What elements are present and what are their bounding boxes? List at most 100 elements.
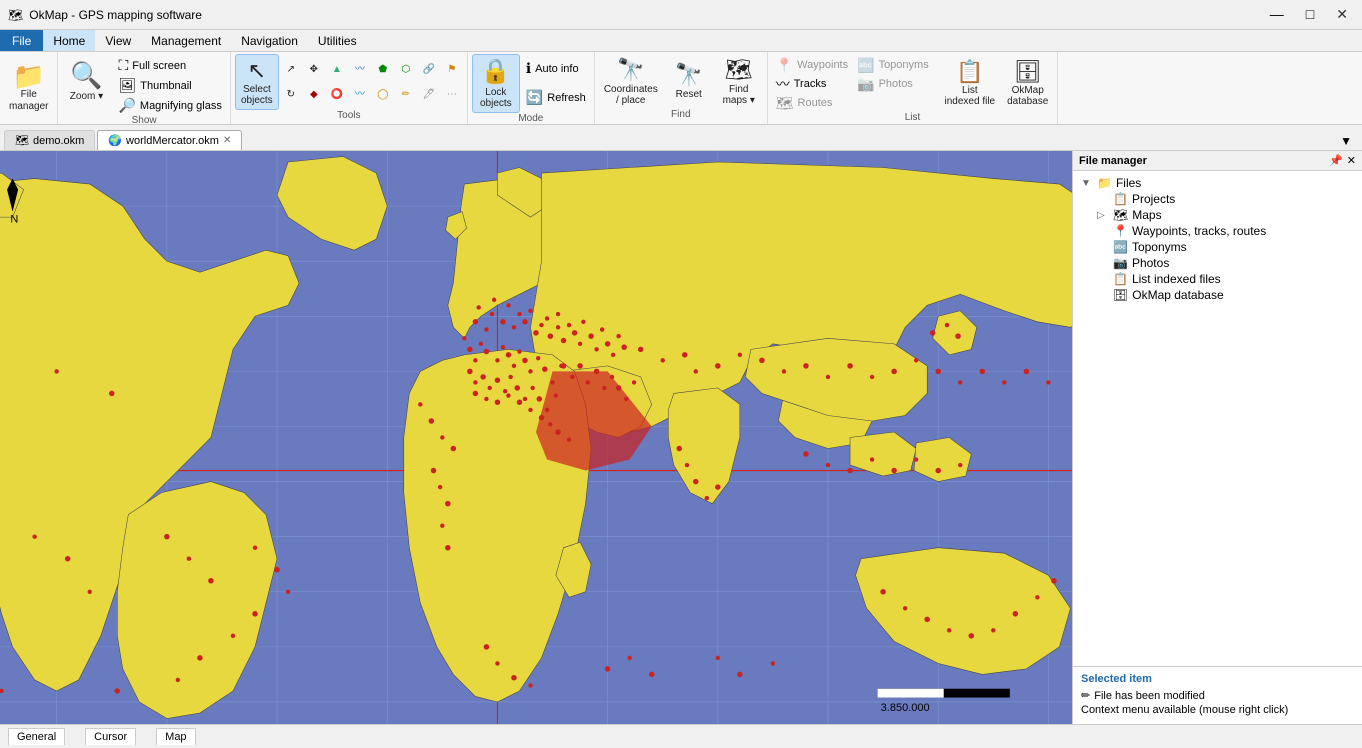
tree-item-okmap-db[interactable]: 🗄 OkMap database xyxy=(1097,287,1354,303)
close-btn[interactable]: ✕ xyxy=(1330,4,1354,25)
photos-icon: 📷 xyxy=(857,76,874,93)
line-icon: 〰 xyxy=(355,89,365,101)
fullscreen-icon: ⛶ xyxy=(118,57,128,74)
pin-btn[interactable]: 📌 xyxy=(1329,154,1343,167)
menu-file[interactable]: File xyxy=(0,30,43,51)
waypoint-add-icon: ▲ xyxy=(332,64,342,76)
tree-root-files[interactable]: ▼ 📁 Files xyxy=(1081,175,1354,191)
okmap-database-btn[interactable]: 🗄 OkMapdatabase xyxy=(1002,56,1053,110)
title-bar: 🗺 OkMap - GPS mapping software — □ ✕ xyxy=(0,0,1362,30)
coordinates-label: Coordinates/ place xyxy=(604,84,658,106)
tree-item-list-indexed[interactable]: 📋 List indexed files xyxy=(1097,271,1354,287)
edit-btn[interactable]: ✏ xyxy=(395,83,417,107)
find-group-label: Find xyxy=(599,109,763,122)
extra-icon: ⋯ xyxy=(447,89,457,101)
lock-objects-btn[interactable]: 🔒 Lockobjects xyxy=(472,54,520,113)
fm-close-btn[interactable]: ✕ xyxy=(1347,154,1356,167)
list-indexed-file-btn[interactable]: 📋 Listindexed file xyxy=(940,56,1001,110)
poly-btn[interactable]: ⬡ xyxy=(395,58,417,82)
auto-info-btn[interactable]: ℹ Auto info xyxy=(522,59,590,78)
minimize-btn[interactable]: — xyxy=(1264,4,1290,25)
ribbon-group-list: 📍 Waypoints 🔤 Toponyms 〰 Tracks 📷 Photos xyxy=(768,52,1059,124)
thumbnail-btn[interactable]: 🖼 Thumbnail xyxy=(114,76,225,95)
list-group-label: List xyxy=(772,112,1054,125)
tab-world-close[interactable]: ✕ xyxy=(223,135,231,146)
mode-small-group: ℹ Auto info 🔄 Refresh xyxy=(522,59,590,107)
find-maps-btn[interactable]: 🗺 Findmaps ▾ xyxy=(715,54,763,108)
connect-btn[interactable]: 🔗 xyxy=(418,58,440,82)
select-objects-btn[interactable]: ↖ Selectobjects xyxy=(235,54,279,110)
okmap-db-label: OkMapdatabase xyxy=(1007,85,1048,107)
line-btn[interactable]: 〰 xyxy=(349,83,371,107)
circle-btn[interactable]: ⭕ xyxy=(326,83,348,107)
waypoint-add-btn[interactable]: ▲ xyxy=(326,58,348,82)
tree-item-projects[interactable]: 📋 Projects xyxy=(1097,191,1354,207)
coordinates-btn[interactable]: 🔭 Coordinates/ place xyxy=(599,54,663,108)
thumbnail-icon: 🖼 xyxy=(118,77,136,94)
tree-item-photos[interactable]: 📷 Photos xyxy=(1097,255,1354,271)
arc-btn[interactable]: ◯ xyxy=(372,83,394,107)
menu-navigation[interactable]: Navigation xyxy=(231,30,308,51)
reset-btn[interactable]: 🔭 Reset xyxy=(665,56,713,108)
shape-btn1[interactable]: ⬟ xyxy=(372,58,394,82)
connect-icon: 🔗 xyxy=(423,64,435,76)
tab-demo-icon: 🗺 xyxy=(15,134,29,147)
pencil-icon: ◆ xyxy=(310,89,318,101)
rotate-btn[interactable]: ↻ xyxy=(280,83,302,107)
reset-icon: 🔭 xyxy=(675,62,702,88)
status-tab-general[interactable]: General xyxy=(8,728,65,745)
list-indexed-label: Listindexed file xyxy=(945,85,996,107)
menu-home[interactable]: Home xyxy=(43,30,95,51)
file-modified-text: File has been modified xyxy=(1094,690,1205,702)
pointer-btn[interactable]: ↗ xyxy=(280,58,302,82)
title-bar-controls[interactable]: — □ ✕ xyxy=(1264,4,1354,25)
maximize-btn[interactable]: □ xyxy=(1300,4,1320,25)
magnifying-glass-icon: 🔎 xyxy=(118,97,135,114)
list-indexed-tree-label: List indexed files xyxy=(1132,272,1221,286)
move-btn[interactable]: ✥ xyxy=(303,58,325,82)
waypoints-list-btn[interactable]: 📍 Waypoints xyxy=(772,56,852,74)
menu-utilities[interactable]: Utilities xyxy=(308,30,367,51)
magnifying-glass-btn[interactable]: 🔎 Magnifying glass xyxy=(114,96,225,115)
map-container[interactable]: 3.850.000 N xyxy=(0,151,1072,724)
toponyms-list-btn[interactable]: 🔤 Toponyms xyxy=(853,56,933,74)
flag-btn[interactable]: ⚑ xyxy=(441,58,463,82)
routes-icon: 🗺 xyxy=(776,95,794,112)
toponyms-icon: 🔤 xyxy=(857,57,874,74)
circle-icon: ⭕ xyxy=(331,89,343,101)
tabs-dropdown-btn[interactable]: ▼ xyxy=(1334,132,1358,150)
ribbon-group-filemanager-items: 📁 Filemanager xyxy=(4,54,53,122)
tab-world-icon: 🌍 xyxy=(108,134,122,147)
ribbon-group-tools-items: ↖ Selectobjects ↗ ✥ ▲ 〰 ⬟ ⬡ 🔗 ⚑ ↻ ◆ ⭕ 〰 … xyxy=(235,54,463,110)
photos-label: Photos xyxy=(879,78,913,90)
tree-item-maps[interactable]: ▷ 🗺 Maps xyxy=(1097,207,1354,223)
photos-list-btn[interactable]: 📷 Photos xyxy=(853,75,933,93)
file-manager-footer: Selected item ✏ File has been modified C… xyxy=(1073,666,1362,724)
photos-tree-label: Photos xyxy=(1132,256,1169,270)
tree-item-waypoints[interactable]: 📍 Waypoints, tracks, routes xyxy=(1097,223,1354,239)
extra-btn[interactable]: ⋯ xyxy=(441,83,463,107)
menu-view[interactable]: View xyxy=(95,30,141,51)
status-tab-map[interactable]: Map xyxy=(156,728,195,745)
toponyms-tree-icon: 🔤 xyxy=(1113,240,1128,254)
waypoints-tree-icon: 📍 xyxy=(1113,224,1128,238)
maps-expand: ▷ xyxy=(1097,210,1109,221)
pencil-btn[interactable]: ◆ xyxy=(303,83,325,107)
tree-root-label: Files xyxy=(1116,176,1141,190)
tree-item-toponyms[interactable]: 🔤 Toponyms xyxy=(1097,239,1354,255)
refresh-btn[interactable]: 🔄 Refresh xyxy=(522,88,590,107)
fullscreen-btn[interactable]: ⛶ Full screen xyxy=(114,56,225,75)
menu-management[interactable]: Management xyxy=(141,30,231,51)
track-draw-btn[interactable]: 〰 xyxy=(349,58,371,82)
reset-label: Reset xyxy=(676,89,702,101)
tracks-list-btn[interactable]: 〰 Tracks xyxy=(772,75,852,93)
file-manager-btn[interactable]: 📁 Filemanager xyxy=(4,60,53,116)
zoom-btn[interactable]: 🔍 Zoom ▾ xyxy=(62,56,110,108)
text-btn[interactable]: 🖊 xyxy=(418,83,440,107)
ribbon-group-mode-items: 🔒 Lockobjects ℹ Auto info 🔄 Refresh xyxy=(472,54,590,113)
routes-list-btn[interactable]: 🗺 Routes xyxy=(772,94,852,112)
tab-world[interactable]: 🌍 worldMercator.okm ✕ xyxy=(97,130,242,150)
ribbon-group-find: 🔭 Coordinates/ place 🔭 Reset 🗺 Findmaps … xyxy=(595,52,768,124)
tab-demo[interactable]: 🗺 demo.okm xyxy=(4,130,95,150)
status-tab-cursor[interactable]: Cursor xyxy=(85,728,136,745)
